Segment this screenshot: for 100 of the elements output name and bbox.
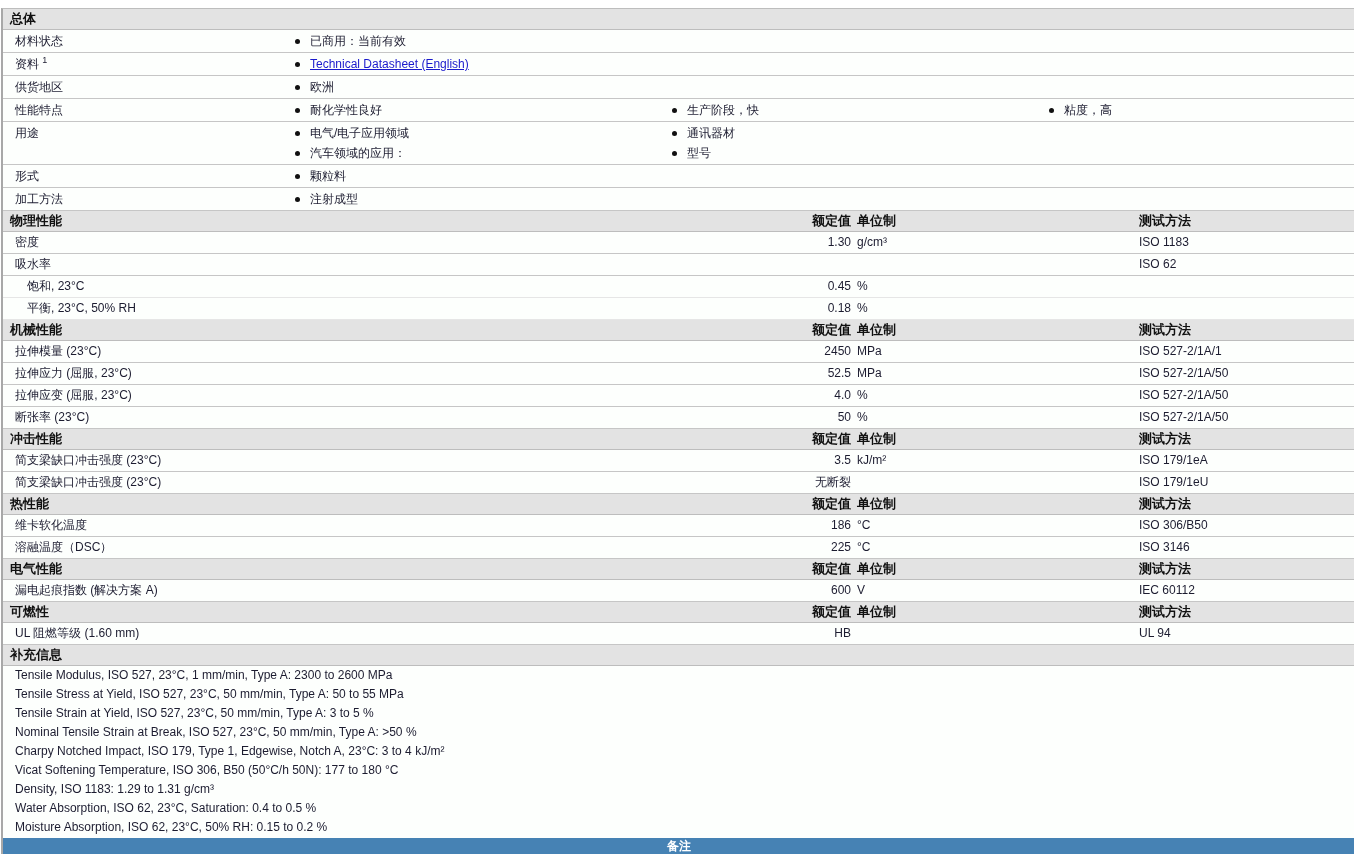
bullet-icon <box>295 61 300 67</box>
property-value: 225 <box>829 539 852 556</box>
property-value: 50 <box>836 409 852 426</box>
property-name: 简支梁缺口冲击强度 (23°C) <box>14 474 163 491</box>
notes-title: 备注 <box>666 839 691 853</box>
item-text: 已商用：当前有效 <box>310 33 406 49</box>
column-header: 额定值 <box>811 495 852 513</box>
property-name: 拉伸应力 (屈服, 23°C) <box>14 365 133 382</box>
property-value: 0.18 <box>826 300 852 317</box>
column-header: 额定值 <box>811 430 852 448</box>
property-name: 溶融温度（DSC） <box>14 539 114 556</box>
property-name: 吸水率 <box>14 256 52 273</box>
row-label: 资料 $^{1}$ <box>14 56 49 72</box>
item-text: 耐化学性良好 <box>310 102 382 118</box>
unit: kJ/m² <box>856 452 888 469</box>
unit: °C <box>856 517 872 534</box>
column-header: 测试方法 <box>1138 495 1192 513</box>
note-line: Tensile Strain at Yield, ISO 527, 23°C, 50 mm/min, Type A: 3 to 5 % <box>14 705 375 722</box>
unit: MPa <box>856 343 883 360</box>
column-header: 测试方法 <box>1138 212 1192 230</box>
column-header: 测试方法 <box>1138 560 1192 578</box>
column-header: 测试方法 <box>1138 603 1192 621</box>
unit: % <box>856 278 869 295</box>
property-name: 饱和, 23°C <box>26 278 86 295</box>
note-line: Tensile Stress at Yield, ISO 527, 23°C, 50 mm/min, Type A: 50 to 55 MPa <box>14 686 405 703</box>
row-label: 形式 <box>14 168 40 184</box>
section-title: 机械性能 <box>8 321 63 339</box>
item-text: 注射成型 <box>310 191 358 207</box>
test-method: ISO 527-2/1A/50 <box>1138 409 1230 426</box>
bullet-icon <box>295 107 300 113</box>
test-method: ISO 3146 <box>1138 539 1191 556</box>
row-label: 材料状态 <box>14 33 64 49</box>
unit: g/cm³ <box>856 234 888 251</box>
column-header: 单位制 <box>856 321 897 339</box>
test-method: ISO 179/1eA <box>1138 452 1209 469</box>
unit: % <box>856 387 869 404</box>
column-header: 额定值 <box>811 212 852 230</box>
item-text: 通讯器材 <box>687 125 735 141</box>
column-header: 单位制 <box>856 560 897 578</box>
property-value: 600 <box>829 582 852 599</box>
note-line: Moisture Absorption, ISO 62, 23°C, 50% RH: 0.15 to 0.2 % <box>14 819 329 836</box>
section-title: 物理性能 <box>9 212 63 230</box>
test-method: UL 94 <box>1138 625 1172 642</box>
item-text: 型号 <box>687 145 711 161</box>
property-name: 拉伸应变 (屈服, 23°C) <box>14 387 133 404</box>
bullet-icon <box>295 130 300 136</box>
item-text: 粘度，高 <box>1064 102 1112 118</box>
item-text: 欧洲 <box>310 79 334 95</box>
note-line: Nominal Tensile Strain at Break, ISO 527, 23°C, 50 mm/min, Type A: >50 % <box>14 724 418 741</box>
property-value: 无断裂 <box>814 474 852 491</box>
property-name: 漏电起痕指数 (解决方案 A) <box>14 582 159 599</box>
test-method: ISO 306/B50 <box>1138 517 1209 534</box>
property-name: 平衡, 23°C, 50% RH <box>26 300 137 317</box>
property-name: 简支梁缺口冲击强度 (23°C) <box>14 452 163 469</box>
section-title: 电气性能 <box>9 560 63 578</box>
property-name: UL 阻燃等级 (1.60 mm) <box>14 625 141 642</box>
property-value: 3.5 <box>833 452 852 469</box>
datasheet-link[interactable]: Technical Datasheet (English) <box>310 56 469 72</box>
property-value: 52.5 <box>826 365 852 382</box>
test-method: ISO 179/1eU <box>1138 474 1210 491</box>
column-header: 测试方法 <box>1138 430 1192 448</box>
property-name: 维卡软化温度 <box>14 517 88 534</box>
test-method: ISO 62 <box>1138 256 1178 273</box>
property-name: 密度 <box>14 234 40 251</box>
column-header: 额定值 <box>811 603 852 621</box>
property-value: 1.30 <box>826 234 852 251</box>
bullet-icon <box>672 107 677 113</box>
test-method: IEC 60112 <box>1138 582 1196 599</box>
section-title: 可燃性 <box>9 603 50 621</box>
section-title: 总体 <box>8 10 37 28</box>
test-method: ISO 1183 <box>1138 234 1190 251</box>
unit: MPa <box>856 365 883 382</box>
column-header: 单位制 <box>856 603 897 621</box>
test-method: ISO 527-2/1A/50 <box>1138 365 1230 382</box>
property-name: 拉伸模量 (23°C) <box>14 343 103 360</box>
bullet-icon <box>295 150 300 156</box>
bullet-icon <box>672 150 677 156</box>
column-header: 单位制 <box>856 495 897 513</box>
unit: % <box>856 409 869 426</box>
section-title: 热性能 <box>9 495 50 513</box>
bullet-icon <box>295 196 300 202</box>
note-line: Water Absorption, ISO 62, 23°C, Saturation: 0.4 to 0.5 % <box>14 800 318 817</box>
row-label: 用途 <box>14 125 40 141</box>
note-line: Density, ISO 1183: 1.29 to 1.31 g/cm³ <box>14 781 215 798</box>
property-value: HB <box>833 625 852 642</box>
item-text: 生产阶段，快 <box>687 102 759 118</box>
section-title: 冲击性能 <box>9 430 63 448</box>
note-line: Charpy Notched Impact, ISO 179, Type 1, Edgewise, Notch A, 23°C: 3 to 4 kJ/m² <box>14 743 446 760</box>
bullet-icon <box>1049 107 1054 113</box>
item-text: 颗粒料 <box>310 168 346 184</box>
column-header: 额定值 <box>811 321 852 339</box>
note-line: Tensile Modulus, ISO 527, 23°C, 1 mm/min, Type A: 2300 to 2600 MPa <box>14 667 394 684</box>
note-line: Vicat Softening Temperature, ISO 306, B50 (50°C/h 50N): 177 to 180 °C <box>14 762 400 779</box>
section-title: 补充信息 <box>9 646 63 664</box>
property-value: 4.0 <box>833 387 852 404</box>
property-value: 2450 <box>823 343 852 360</box>
bullet-icon <box>672 130 677 136</box>
bullet-icon <box>295 173 300 179</box>
column-header: 测试方法 <box>1138 321 1192 339</box>
column-header: 额定值 <box>811 560 852 578</box>
